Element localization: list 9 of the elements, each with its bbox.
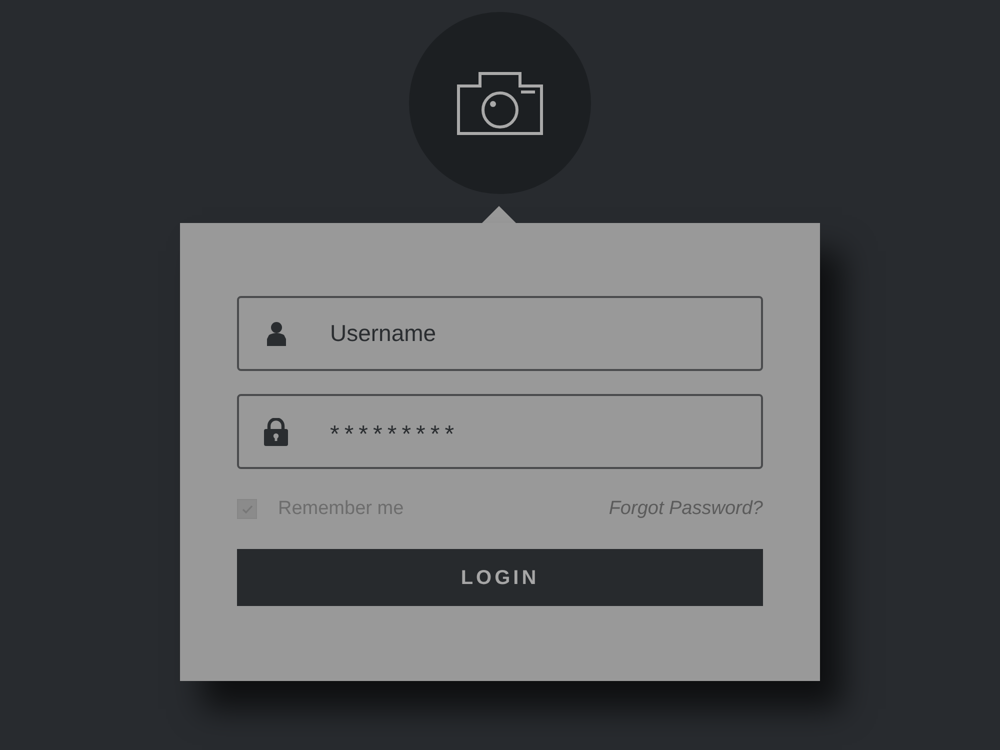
username-value: Username: [330, 319, 436, 348]
password-value: *********: [330, 420, 460, 450]
password-field[interactable]: *********: [237, 394, 763, 469]
user-icon: [266, 322, 286, 346]
padlock-icon: [264, 418, 288, 446]
camera-icon: [457, 72, 543, 134]
login-button[interactable]: LOGIN: [237, 549, 763, 606]
username-field[interactable]: Username: [237, 296, 763, 371]
remember-checkbox[interactable]: [237, 499, 257, 519]
